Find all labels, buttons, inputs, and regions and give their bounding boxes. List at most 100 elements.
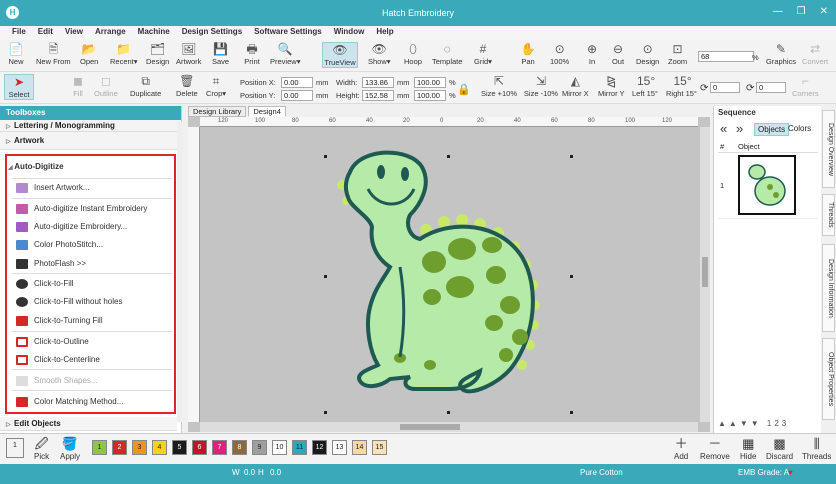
trueview-button[interactable]: 👁 TrueView — [322, 42, 358, 68]
show-button[interactable]: 👁 Show▾ — [368, 42, 391, 66]
tab-threads[interactable]: Threads — [822, 194, 835, 236]
color-matching-method-item[interactable]: Color Matching Method... — [16, 396, 123, 408]
color-photostitch-item[interactable]: Color PhotoStitch... — [16, 239, 103, 251]
new-button[interactable]: 📄 New — [8, 42, 24, 66]
scroll-thumb[interactable] — [400, 424, 460, 430]
threads-button[interactable]: ⫼ Threads — [802, 436, 831, 461]
canvas-horizontal-scrollbar[interactable] — [200, 422, 698, 432]
color-swatch-14[interactable]: 14 — [352, 440, 367, 455]
color-swatch-6[interactable]: 6 — [192, 440, 207, 455]
menu-view[interactable]: View — [59, 26, 89, 40]
menu-window[interactable]: Window — [328, 26, 371, 40]
sequence-nav-buttons[interactable]: ▲▲▼▼ 123 — [718, 419, 818, 431]
tab-object-properties[interactable]: Object Properties — [822, 338, 835, 420]
click-to-fill-item[interactable]: Click-to-Fill — [16, 278, 74, 290]
photoflash-item[interactable]: PhotoFlash >> — [16, 258, 86, 270]
rotate-left-button[interactable]: 15° Left 15° — [632, 74, 658, 98]
color-swatch-11[interactable]: 11 — [292, 440, 307, 455]
height-input[interactable]: 152.58 — [362, 90, 394, 101]
menu-design-settings[interactable]: Design Settings — [176, 26, 248, 40]
remove-button[interactable]: － Remove — [700, 436, 730, 461]
section-artwork[interactable]: ▷ Artwork — [0, 132, 181, 150]
open-button[interactable]: 📂 Open — [80, 42, 98, 66]
proportional-lock-icon[interactable]: 🔒 — [457, 83, 471, 96]
selection-handle[interactable] — [447, 411, 450, 414]
fill-button[interactable]: ◼ Fill — [70, 74, 86, 98]
minimize-icon[interactable]: — — [773, 6, 783, 17]
color-swatch-15[interactable]: 15 — [372, 440, 387, 455]
color-swatch-1[interactable]: 1 — [92, 440, 107, 455]
position-x-input[interactable]: 0.00 — [281, 77, 313, 88]
discard-button[interactable]: ▩ Discard — [766, 436, 793, 461]
tab-design-library[interactable]: Design Library — [188, 106, 247, 117]
template-button[interactable]: ◌ Template — [432, 42, 462, 66]
zoom-design-button[interactable]: ⊙ Design — [636, 42, 659, 66]
convert-button[interactable]: ⇄ Convert — [802, 42, 828, 66]
save-button[interactable]: 💾 Save — [212, 42, 229, 66]
menu-machine[interactable]: Machine — [132, 26, 176, 40]
click-to-centerline-item[interactable]: Click-to-Centerline — [16, 354, 100, 366]
size-plus-button[interactable]: ⇱ Size +10% — [480, 74, 518, 98]
mirror-y-button[interactable]: ⧎ Mirror Y — [598, 74, 625, 98]
object-thumbnail[interactable] — [738, 155, 796, 215]
status-fabric[interactable]: Pure Cotton — [580, 468, 623, 477]
color-swatch-4[interactable]: 4 — [152, 440, 167, 455]
canvas-vertical-scrollbar[interactable] — [700, 127, 710, 422]
section-edit-objects[interactable]: ▷ Edit Objects — [0, 417, 177, 431]
insert-artwork-item[interactable]: Insert Artwork... — [16, 182, 90, 194]
skew-angle-input[interactable]: 0 — [756, 82, 786, 93]
delete-button[interactable]: 🗑 Delete — [176, 74, 198, 98]
hoop-button[interactable]: ⬯ Hoop — [404, 42, 422, 66]
apply-button[interactable]: 🪣 Apply — [60, 436, 80, 461]
rotate-right-button[interactable]: 15° Right 15° — [666, 74, 697, 98]
selection-handle[interactable] — [570, 155, 573, 158]
select-button[interactable]: ➤ Select — [4, 74, 34, 100]
double-chevron-left-icon[interactable]: « — [720, 121, 727, 136]
click-to-turning-fill-item[interactable]: Click-to-Turning Fill — [16, 315, 103, 327]
graphics-button[interactable]: ✎ Graphics — [766, 42, 796, 66]
hide-button[interactable]: ▦ Hide — [740, 436, 756, 461]
size-minus-button[interactable]: ⇲ Size -10% — [522, 74, 560, 98]
auto-digitize-instant-item[interactable]: Auto-digitize Instant Embroidery — [16, 203, 147, 215]
height-percent-input[interactable]: 100.00 — [414, 90, 446, 101]
section-auto-digitize[interactable]: ◢ Auto-Digitize — [8, 161, 64, 173]
menu-edit[interactable]: Edit — [32, 26, 59, 40]
status-emb-grade[interactable]: EMB Grade: A — [738, 468, 789, 477]
auto-digitize-embroidery-item[interactable]: Auto-digitize Embroidery... — [16, 221, 127, 233]
toolboxes-scrollbar[interactable] — [177, 122, 182, 422]
artwork-button[interactable]: 🖼 Artwork — [176, 42, 201, 66]
menu-software-settings[interactable]: Software Settings — [248, 26, 328, 40]
corners-button[interactable]: ⌐ Corners — [792, 74, 819, 98]
dinosaur-design[interactable] — [200, 127, 698, 422]
objects-toggle-button[interactable]: Objects — [754, 123, 790, 136]
tab-design-overview[interactable]: Design Overview — [822, 110, 835, 188]
selection-handle[interactable] — [570, 275, 573, 278]
recent-button[interactable]: 📁 Recent▾ — [110, 42, 138, 66]
zoom-out-button[interactable]: ⊖ Out — [610, 42, 626, 66]
add-button[interactable]: ＋ Add — [674, 436, 688, 461]
color-swatch-9[interactable]: 9 — [252, 440, 267, 455]
object-thumbnail-cell[interactable] — [736, 152, 818, 219]
color-swatch-3[interactable]: 3 — [132, 440, 147, 455]
zoom-level-input[interactable]: 68 — [698, 51, 754, 62]
scroll-thumb[interactable] — [702, 257, 708, 287]
tab-design4[interactable]: Design4 — [248, 106, 286, 117]
duplicate-button[interactable]: ⧉ Duplicate — [130, 74, 161, 98]
selection-handle[interactable] — [324, 155, 327, 158]
design-import-button[interactable]: 🗂 Design — [146, 42, 169, 66]
zoom-100-button[interactable]: ⊙ 100% — [550, 42, 569, 66]
click-to-outline-item[interactable]: Click-to-Outline — [16, 336, 89, 348]
color-swatch-5[interactable]: 5 — [172, 440, 187, 455]
colors-toggle-button[interactable]: Colors — [788, 124, 811, 133]
selection-handle[interactable] — [447, 155, 450, 158]
mirror-x-button[interactable]: ◭ Mirror X — [562, 74, 589, 98]
outline-button[interactable]: ◻ Outline — [94, 74, 118, 98]
restore-icon[interactable]: ❐ — [797, 6, 806, 17]
tab-design-information[interactable]: Design Information — [822, 244, 835, 332]
selection-handle[interactable] — [324, 275, 327, 278]
new-from-button[interactable]: 🗎 New From — [36, 42, 71, 66]
pick-button[interactable]: 🖉 Pick — [34, 436, 49, 461]
color-swatch-7[interactable]: 7 — [212, 440, 227, 455]
menu-arrange[interactable]: Arrange — [89, 26, 132, 40]
zoom-box-button[interactable]: ⊡ Zoom — [668, 42, 687, 66]
